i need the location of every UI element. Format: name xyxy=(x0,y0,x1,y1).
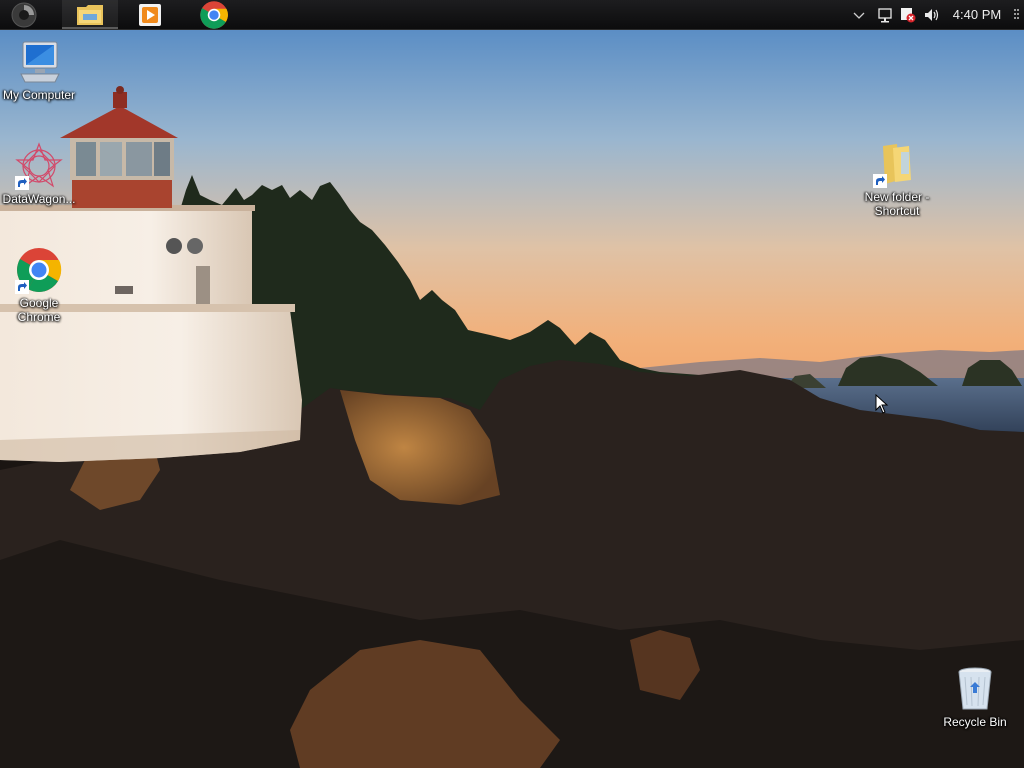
desktop-icon-my-computer[interactable]: My Computer xyxy=(0,38,79,102)
taskbar-google-chrome[interactable] xyxy=(192,0,236,29)
folder-icon xyxy=(77,4,103,25)
speaker-icon xyxy=(925,8,939,21)
recycle-bin-icon xyxy=(951,665,999,713)
desktop-icon-google-chrome[interactable]: Google Chrome xyxy=(0,246,79,324)
desktop-icon-datawagon[interactable]: DataWagon... xyxy=(0,142,79,206)
desktop-icon-label: New folder - Shortcut xyxy=(864,190,930,218)
taskbar-media-player[interactable] xyxy=(128,0,172,29)
desktop-icon-recycle-bin[interactable]: Recycle Bin xyxy=(935,665,1015,729)
folder-icon xyxy=(873,140,921,188)
desktop-icon-new-folder-shortcut[interactable]: New folder - Shortcut xyxy=(857,140,937,218)
taskbar-file-explorer[interactable] xyxy=(62,0,118,29)
tray-security-button[interactable] xyxy=(899,0,917,29)
network-icon xyxy=(878,7,892,22)
shortcut-arrow-icon xyxy=(15,280,29,294)
tray-clock[interactable]: 4:40 PM xyxy=(948,0,1006,29)
play-icon xyxy=(139,3,161,26)
start-button[interactable] xyxy=(0,0,48,29)
start-orb-icon xyxy=(11,2,37,27)
desktop-icon-label: My Computer xyxy=(2,88,76,102)
chevron-down-icon xyxy=(853,12,865,19)
chrome-icon xyxy=(15,246,63,294)
shortcut-arrow-icon xyxy=(873,174,887,188)
chrome-icon xyxy=(200,0,228,29)
grip-icon xyxy=(1014,8,1019,19)
taskbar: 4:40 PM xyxy=(0,0,1024,30)
tray-network-button[interactable] xyxy=(876,0,894,29)
computer-icon xyxy=(15,38,63,86)
desktop-icon-label: DataWagon... xyxy=(2,192,76,206)
desktop-icon-label: Recycle Bin xyxy=(943,715,1007,729)
tray-overflow-button[interactable] xyxy=(850,0,868,29)
mouse-pointer-icon xyxy=(875,394,889,414)
security-flag-icon xyxy=(901,7,916,22)
shortcut-arrow-icon xyxy=(15,176,29,190)
datawagon-icon xyxy=(15,142,63,190)
show-desktop-button[interactable] xyxy=(1010,0,1024,29)
desktop-wallpaper xyxy=(0,0,1024,768)
tray-volume-button[interactable] xyxy=(922,0,942,29)
desktop-icon-label: Google Chrome xyxy=(17,296,61,324)
wallpaper-lighthouse-scene xyxy=(0,0,1024,768)
